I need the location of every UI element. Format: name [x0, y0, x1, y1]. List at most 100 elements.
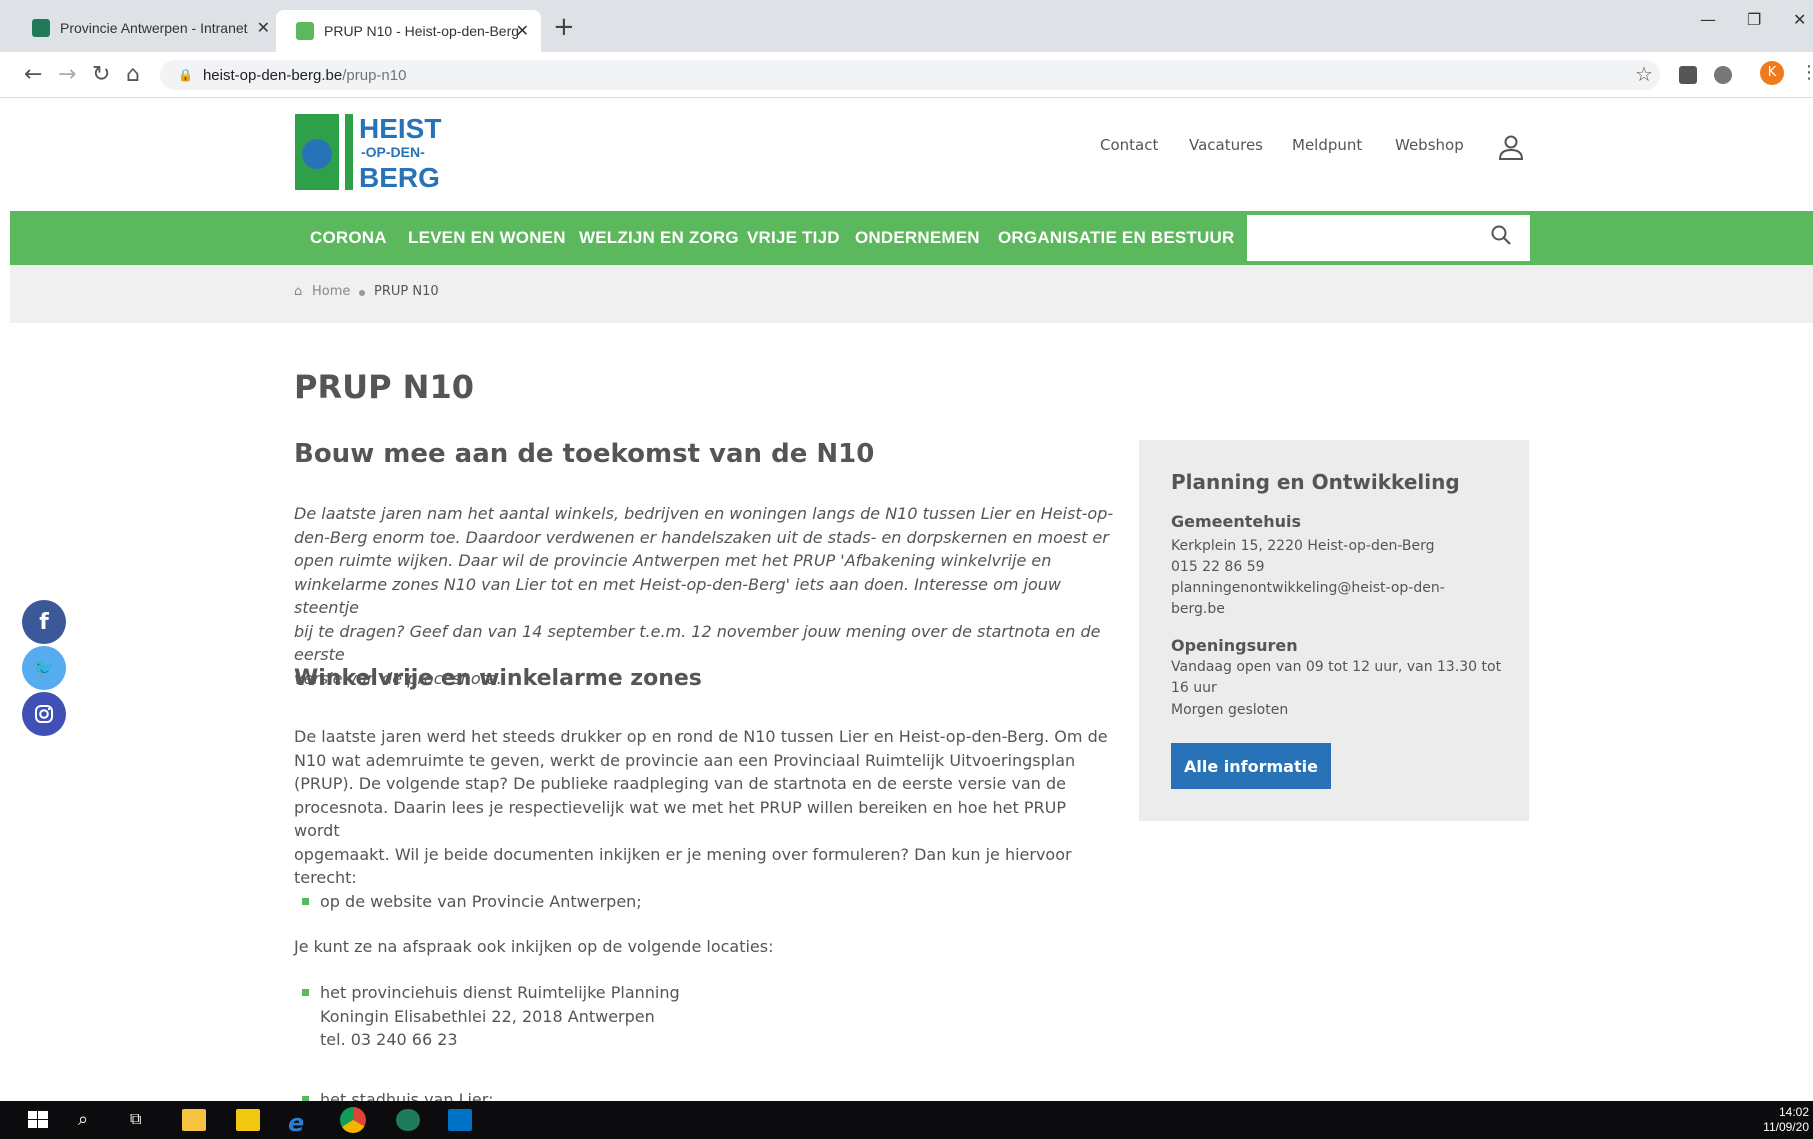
clock-date: 11/09/20: [1763, 1120, 1809, 1134]
home-icon[interactable]: ⌂: [126, 62, 140, 87]
breadcrumb-home-icon[interactable]: ⌂: [294, 284, 302, 299]
new-tab-icon[interactable]: +: [553, 12, 575, 42]
profile-avatar[interactable]: K: [1760, 61, 1784, 85]
bullet-text: Koningin Elisabethlei 22, 2018 Antwerpen: [320, 1006, 655, 1026]
zones-line: terecht:: [294, 868, 357, 887]
all-info-button[interactable]: Alle informatie: [1171, 743, 1331, 789]
search-input[interactable]: [1247, 215, 1530, 261]
breadcrumb-separator: [359, 290, 365, 296]
list-item[interactable]: op de website van Provincie Antwerpen;: [302, 890, 642, 914]
intro-line: winkelarme zones N10 van Lier tot en met…: [294, 574, 1061, 618]
breadcrumb-current: PRUP N10: [374, 284, 439, 299]
tab-title: Provincie Antwerpen - Intranet: [60, 20, 248, 36]
menu-dots-icon[interactable]: ⋮: [1800, 62, 1813, 83]
bullet-marker: [302, 989, 309, 996]
email-line[interactable]: berg.be: [1171, 599, 1511, 620]
email-line[interactable]: planningenontwikkeling@heist-op-den-: [1171, 578, 1511, 599]
heist-logo[interactable]: HEIST -OP-DEN- BERG: [295, 110, 455, 190]
twitter-icon[interactable]: 🐦: [22, 646, 66, 690]
breadcrumb-home[interactable]: Home: [312, 284, 350, 299]
zones-line: procesnota. Daarin lees je respectieveli…: [294, 797, 1066, 841]
list-item: het stadhuis van Lier:: [302, 1088, 494, 1101]
back-icon[interactable]: ←: [24, 62, 42, 87]
bullet-text: het stadhuis van Lier:: [320, 1090, 494, 1101]
close-icon[interactable]: ✕: [516, 21, 529, 41]
tab-prup[interactable]: PRUP N10 - Heist-op-den-Berg ✕: [276, 10, 541, 52]
internet-explorer-icon[interactable]: e: [288, 1109, 312, 1137]
menu-leven-en-wonen[interactable]: LEVEN EN WONEN: [408, 228, 566, 248]
user-account-icon[interactable]: [1498, 134, 1524, 160]
menu-corona[interactable]: CORONA: [310, 228, 387, 248]
email-link[interactable]: planningenontwikkeling@heist-op-den- ber…: [1171, 578, 1511, 620]
file-explorer-icon[interactable]: [182, 1109, 206, 1131]
outlook-icon[interactable]: [448, 1109, 472, 1131]
zones-line: opgemaakt. Wil je beide documenten inkij…: [294, 844, 1072, 864]
vacatures-link[interactable]: Vacatures: [1189, 136, 1263, 154]
lock-icon: 🔒: [178, 68, 193, 82]
url-path: /prup-n10: [342, 66, 407, 84]
windows-taskbar: ⌕ ⧉ e 14:02 11/09/20: [0, 1101, 1813, 1139]
zones-line: De laatste jaren werd het steeds drukker…: [294, 727, 1108, 746]
minimize-icon[interactable]: —: [1700, 10, 1716, 29]
sticky-notes-icon[interactable]: [236, 1109, 260, 1131]
sharepoint-icon[interactable]: [396, 1109, 420, 1131]
restore-icon[interactable]: ❐: [1747, 10, 1761, 29]
logo-text-heist: HEIST: [359, 113, 441, 144]
site-favicon-icon: [296, 22, 314, 40]
meldpunt-link[interactable]: Meldpunt: [1292, 136, 1362, 154]
chrome-icon[interactable]: [340, 1107, 366, 1133]
extension-2-icon[interactable]: [1714, 66, 1732, 84]
building-name: Gemeentehuis: [1171, 512, 1302, 531]
task-view-icon[interactable]: ⧉: [130, 1109, 154, 1131]
main-menu-bar: CORONA LEVEN EN WONEN WELZIJN EN ZORG VR…: [10, 211, 1813, 265]
window-close-icon[interactable]: ✕: [1793, 10, 1806, 29]
intro-heading: Bouw mee aan de toekomst van de N10: [294, 439, 875, 469]
phone-text[interactable]: 015 22 86 59: [1171, 557, 1511, 578]
close-icon[interactable]: ✕: [257, 18, 270, 38]
contact-link[interactable]: Contact: [1100, 136, 1158, 154]
tab-title: PRUP N10 - Heist-op-den-Berg: [324, 23, 520, 39]
locations-intro: Je kunt ze na afspraak ook inkijken op d…: [294, 937, 774, 956]
breadcrumb: ⌂ Home PRUP N10: [10, 265, 1813, 323]
forward-icon[interactable]: →: [58, 62, 76, 87]
windows-start-icon[interactable]: [26, 1109, 50, 1131]
instagram-icon[interactable]: [22, 692, 66, 736]
intro-line: De laatste jaren nam het aantal winkels,…: [294, 504, 1114, 523]
browser-tab-bar: Provincie Antwerpen - Intranet ✕ PRUP N1…: [0, 0, 1813, 52]
bullet-text: tel. 03 240 66 23: [320, 1030, 458, 1049]
contact-sidebar: Planning en Ontwikkeling Gemeentehuis Ke…: [1139, 440, 1529, 821]
url-field[interactable]: 🔒 heist-op-den-berg.be/prup-n10: [160, 60, 1660, 90]
menu-organisatie-en-bestuur[interactable]: ORGANISATIE EN BESTUUR: [998, 228, 1234, 248]
bullet-marker: [302, 898, 309, 905]
intro-line: open ruimte wijken. Daar wil de provinci…: [294, 551, 1052, 570]
search-icon[interactable]: [1490, 224, 1512, 246]
hours-today: Vandaag open van 09 tot 12 uur, van 13.3…: [1171, 657, 1511, 699]
system-clock[interactable]: 14:02 11/09/20: [1763, 1105, 1809, 1135]
menu-welzijn-en-zorg[interactable]: WELZIJN EN ZORG: [579, 228, 739, 248]
hours-today-line: 16 uur: [1171, 680, 1217, 696]
menu-vrije-tijd[interactable]: VRIJE TIJD: [747, 228, 840, 248]
logo-text-berg: BERG: [359, 162, 440, 190]
reload-icon[interactable]: ↻: [92, 62, 110, 87]
extension-icon[interactable]: [1679, 66, 1697, 84]
intro-line: den-Berg enorm toe. Daardoor verdwenen e…: [294, 527, 1109, 547]
address-text: Kerkplein 15, 2220 Heist-op-den-Berg: [1171, 538, 1435, 554]
sidebar-title: Planning en Ontwikkeling: [1171, 470, 1460, 494]
webshop-link[interactable]: Webshop: [1395, 136, 1464, 154]
address-bar-row: ← → ↻ ⌂ 🔒 heist-op-den-berg.be/prup-n10 …: [0, 52, 1813, 98]
menu-ondernemen[interactable]: ONDERNEMEN: [855, 228, 980, 248]
search-icon[interactable]: ⌕: [78, 1109, 102, 1131]
bullet-text[interactable]: op de website van Provincie Antwerpen;: [320, 892, 642, 911]
intro-paragraph: De laatste jaren nam het aantal winkels,…: [294, 502, 1114, 690]
intro-line: bij te dragen? Geef dan van 14 september…: [294, 621, 1101, 665]
sharepoint-icon: [32, 19, 50, 37]
bookmark-star-icon[interactable]: ☆: [1635, 62, 1653, 86]
zones-paragraph: De laatste jaren werd het steeds drukker…: [294, 725, 1114, 890]
tab-intranet[interactable]: Provincie Antwerpen - Intranet ✕: [12, 10, 282, 46]
hours-today-line: Vandaag open van 09 tot 12 uur, van 13.3…: [1171, 659, 1502, 675]
zones-line: N10 wat ademruimte te geven, werkt de pr…: [294, 750, 1076, 770]
url-host: heist-op-den-berg.be: [202, 66, 343, 84]
logo-text-opden: -OP-DEN-: [361, 144, 425, 160]
facebook-icon[interactable]: f: [22, 600, 66, 644]
website-viewport: HEIST -OP-DEN- BERG Contact Vacatures Me…: [10, 98, 1813, 1101]
